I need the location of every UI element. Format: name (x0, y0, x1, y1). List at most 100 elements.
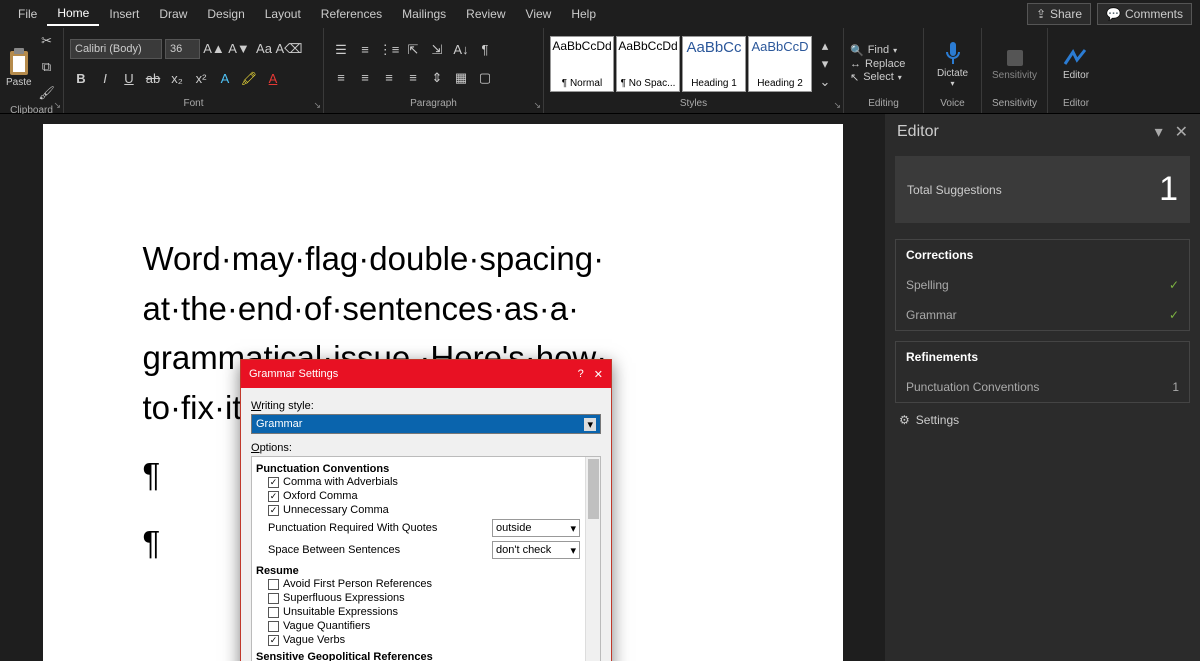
help-icon[interactable]: ? (578, 368, 584, 381)
outdent-icon[interactable]: ⇱ (402, 39, 424, 61)
align-left-icon[interactable]: ≡ (330, 67, 352, 89)
option-row[interactable]: ✓Unnecessary Comma (256, 503, 596, 517)
bullets-icon[interactable]: ☰ (330, 39, 352, 61)
dictate-button[interactable]: Dictate▾ (930, 40, 975, 88)
numbering-icon[interactable]: ≡ (354, 39, 376, 61)
cut-icon[interactable]: ✂ (36, 30, 58, 52)
change-case-icon[interactable]: Aa (253, 38, 275, 60)
doc-line: at·the·end·of·sentences·as·a· (143, 284, 743, 334)
tab-mailings[interactable]: Mailings (392, 3, 456, 25)
sensitivity-button: Sensitivity (988, 46, 1041, 81)
comments-button[interactable]: 💬Comments (1097, 3, 1192, 25)
checkbox-icon[interactable]: ✓ (268, 505, 279, 516)
grammar-item[interactable]: Grammar✓ (896, 300, 1189, 330)
chevron-down-icon[interactable]: ▾ (1155, 122, 1163, 142)
comment-icon: 💬 (1106, 7, 1121, 21)
checkbox-icon[interactable]: ✓ (268, 491, 279, 502)
checkbox-icon[interactable]: ✓ (268, 477, 279, 488)
quotes-dropdown[interactable]: outside▾ (492, 519, 580, 537)
dialog-launcher-icon[interactable]: ↘ (53, 100, 61, 111)
sort-icon[interactable]: A↓ (450, 39, 472, 61)
option-row[interactable]: ✓Oxford Comma (256, 489, 596, 503)
share-button[interactable]: ⇪Share (1027, 3, 1091, 25)
tab-references[interactable]: References (311, 3, 392, 25)
strike-button[interactable]: ab (142, 68, 164, 90)
style-heading1[interactable]: AaBbCcHeading 1 (682, 36, 746, 92)
grammar-settings-dialog: Grammar Settings ? ✕ Writing style: Gram… (240, 359, 612, 661)
line-spacing-icon[interactable]: ⇕ (426, 67, 448, 89)
clear-format-icon[interactable]: A⌫ (278, 38, 300, 60)
option-row[interactable]: Vague Quantifiers (256, 619, 596, 633)
punctuation-item[interactable]: Punctuation Conventions1 (896, 372, 1189, 402)
checkbox-icon[interactable]: ✓ (268, 635, 279, 646)
option-row[interactable]: ✓Comma with Adverbials (256, 475, 596, 489)
text-effects-icon[interactable]: A (214, 68, 236, 90)
editor-pane: Editor ▾✕ Total Suggestions 1 Correction… (885, 114, 1200, 661)
italic-button[interactable]: I (94, 68, 116, 90)
option-row[interactable]: Avoid First Person References (256, 577, 596, 591)
align-center-icon[interactable]: ≡ (354, 67, 376, 89)
select-button[interactable]: ↖Select▾ (850, 71, 905, 84)
checkbox-icon[interactable] (268, 621, 279, 632)
document-area[interactable]: Word·may·flag·double·spacing· at·the·end… (0, 114, 885, 661)
option-row[interactable]: Unsuitable Expressions (256, 605, 596, 619)
align-right-icon[interactable]: ≡ (378, 67, 400, 89)
paste-button[interactable]: Paste (6, 47, 32, 88)
font-family-select[interactable] (70, 39, 162, 59)
justify-icon[interactable]: ≡ (402, 67, 424, 89)
tab-file[interactable]: File (8, 3, 47, 25)
copy-icon[interactable]: ⧉ (36, 56, 58, 78)
tab-layout[interactable]: Layout (255, 3, 311, 25)
show-marks-icon[interactable]: ¶ (474, 39, 496, 61)
editor-settings-button[interactable]: ⚙Settings (885, 403, 1200, 437)
dialog-launcher-icon[interactable]: ↘ (533, 100, 541, 111)
tab-insert[interactable]: Insert (99, 3, 149, 25)
styles-more-icon[interactable]: ⌄ (814, 73, 836, 91)
superscript-button[interactable]: x² (190, 68, 212, 90)
option-row[interactable]: Superfluous Expressions (256, 591, 596, 605)
shrink-font-icon[interactable]: A▼ (228, 38, 250, 60)
style-heading2[interactable]: AaBbCcDHeading 2 (748, 36, 812, 92)
font-color-icon[interactable]: A (262, 68, 284, 90)
multilevel-icon[interactable]: ⋮≡ (378, 39, 400, 61)
option-group: Sensitive Geopolitical References (256, 651, 596, 661)
total-suggestions-card[interactable]: Total Suggestions 1 (895, 156, 1190, 223)
style-normal[interactable]: AaBbCcDd¶ Normal (550, 36, 614, 92)
close-icon[interactable]: ✕ (594, 368, 603, 381)
grow-font-icon[interactable]: A▲ (203, 38, 225, 60)
tab-home[interactable]: Home (47, 2, 99, 26)
font-size-select[interactable] (165, 39, 200, 59)
dialog-launcher-icon[interactable]: ↘ (833, 100, 841, 111)
checkbox-icon[interactable] (268, 579, 279, 590)
styles-down-icon[interactable]: ▾ (814, 55, 836, 73)
tab-design[interactable]: Design (197, 3, 254, 25)
find-button[interactable]: 🔍Find▾ (850, 44, 905, 57)
shading-icon[interactable]: ▦ (450, 67, 472, 89)
scrollbar[interactable] (585, 457, 600, 661)
option-label: Punctuation Required With Quotes (268, 522, 437, 534)
tab-draw[interactable]: Draw (149, 3, 197, 25)
spelling-item[interactable]: Spelling✓ (896, 270, 1189, 300)
option-row[interactable]: ✓Vague Verbs (256, 633, 596, 647)
indent-icon[interactable]: ⇲ (426, 39, 448, 61)
checkbox-icon[interactable] (268, 593, 279, 604)
borders-icon[interactable]: ▢ (474, 67, 496, 89)
total-label: Total Suggestions (907, 183, 1002, 197)
highlight-icon[interactable]: 🖍 (238, 68, 260, 90)
corrections-header: Corrections (896, 240, 1189, 270)
dialog-launcher-icon[interactable]: ↘ (313, 100, 321, 111)
subscript-button[interactable]: x₂ (166, 68, 188, 90)
bold-button[interactable]: B (70, 68, 92, 90)
underline-button[interactable]: U (118, 68, 140, 90)
close-icon[interactable]: ✕ (1175, 122, 1188, 142)
tab-view[interactable]: View (516, 3, 562, 25)
replace-button[interactable]: ↔Replace (850, 58, 905, 70)
tab-help[interactable]: Help (561, 3, 606, 25)
styles-up-icon[interactable]: ▴ (814, 37, 836, 55)
writing-style-select[interactable]: Grammar▾ (251, 414, 601, 434)
checkbox-icon[interactable] (268, 607, 279, 618)
tab-review[interactable]: Review (456, 3, 515, 25)
editor-button[interactable]: Editor (1054, 46, 1098, 81)
space-dropdown[interactable]: don't check▾ (492, 541, 580, 559)
style-no-spacing[interactable]: AaBbCcDd¶ No Spac... (616, 36, 680, 92)
